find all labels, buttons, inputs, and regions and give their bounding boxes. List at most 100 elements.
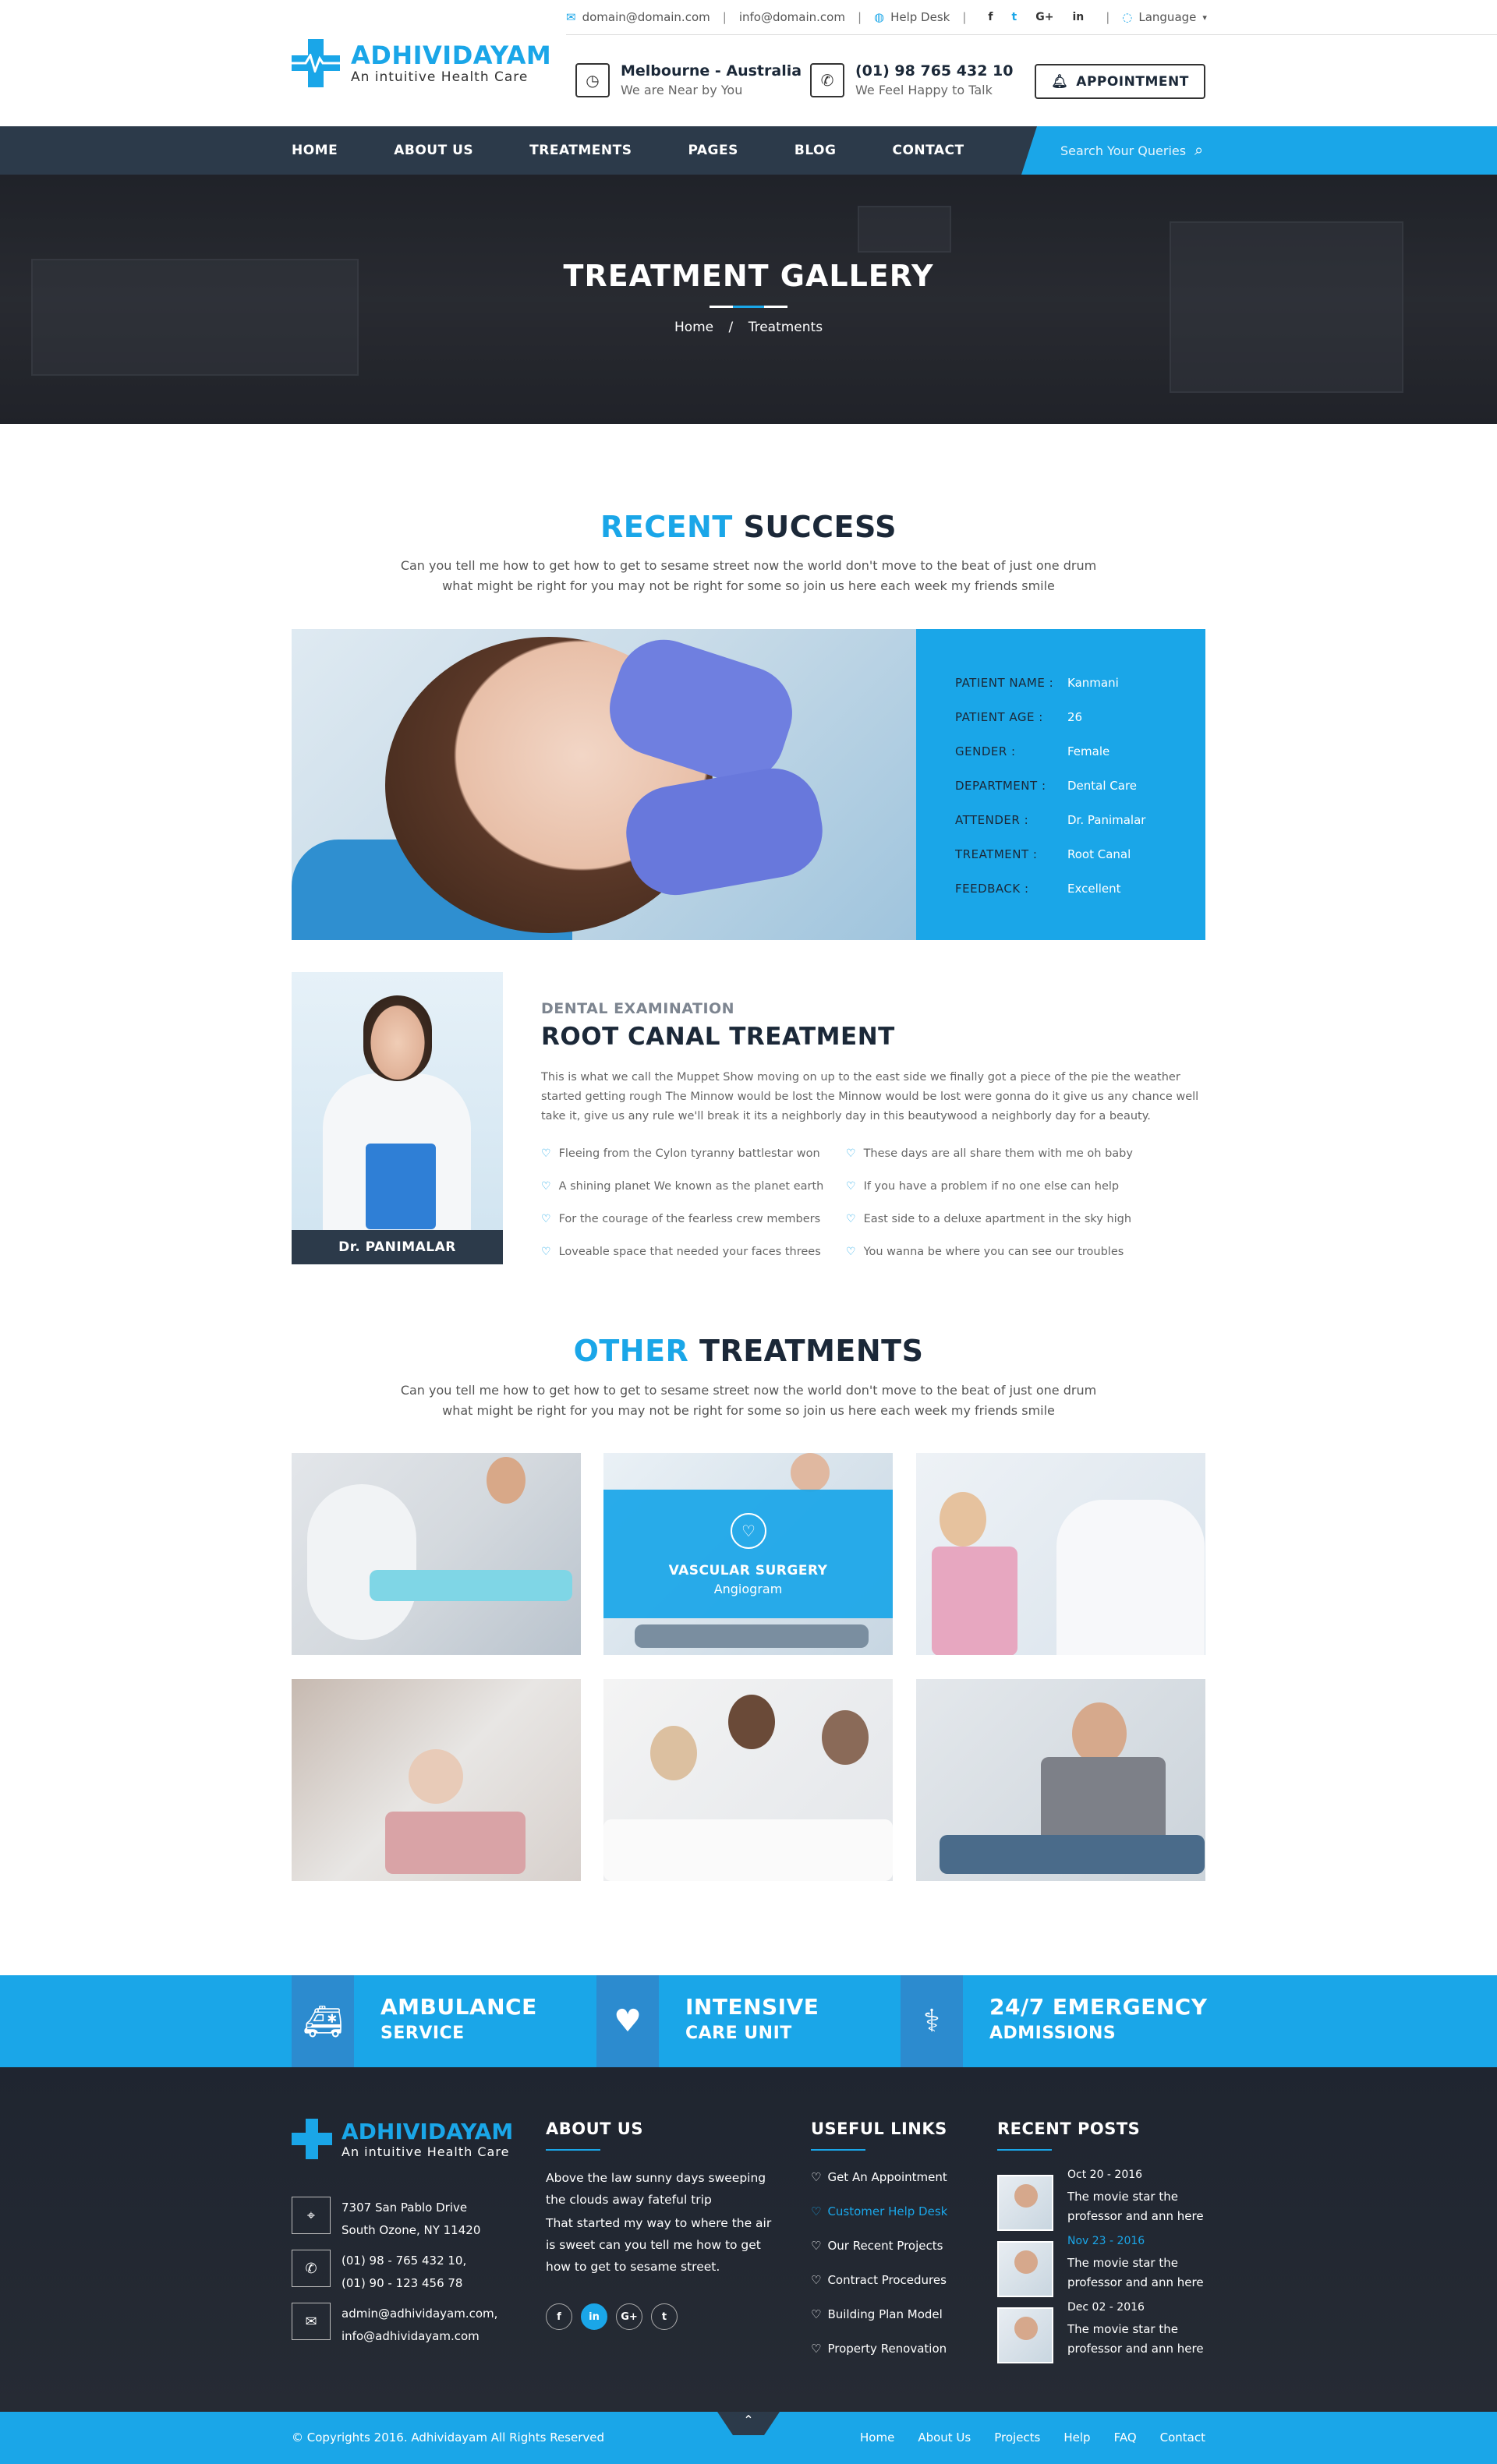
divider: | <box>857 10 862 24</box>
gallery-item-mri[interactable] <box>292 1453 581 1655</box>
title-underline <box>710 306 787 308</box>
phone-info: ✆ (01) 98 765 432 10 We Feel Happy to Ta… <box>810 62 1013 97</box>
heart-icon: ♡ <box>811 2204 822 2218</box>
breadcrumb: Home / Treatments <box>674 320 823 335</box>
top-bar: ✉ domain@domain.com | info@domain.com | ◍… <box>566 6 1207 28</box>
nav-contact[interactable]: CONTACT <box>892 143 964 158</box>
top-divider <box>566 34 1497 35</box>
list-item: ♡ For the courage of the fearless crew me… <box>541 1213 821 1225</box>
list-item: ♡ You wanna be where you can see our trou… <box>846 1246 1124 1258</box>
bottom-link-faq[interactable]: FAQ <box>1114 2430 1137 2445</box>
treatment-subtitle: DENTAL EXAMINATION <box>541 1000 735 1017</box>
bottom-link-contact[interactable]: Contact <box>1160 2430 1205 2445</box>
footer-link[interactable]: ♡ Property Renovation <box>811 2342 947 2356</box>
google-plus-icon[interactable]: G+ <box>1035 11 1053 23</box>
heart-icon: ♡ <box>811 2170 822 2184</box>
heart-icon: ♡ <box>811 2342 822 2356</box>
list-item: ♡ Loveable space that needed your faces t… <box>541 1246 821 1258</box>
linkedin-icon[interactable]: in <box>581 2303 607 2330</box>
logo-cross-icon <box>292 2119 332 2159</box>
nav-treatments[interactable]: TREATMENTS <box>529 143 632 158</box>
footer-link[interactable]: ♡ Contract Procedures <box>811 2273 947 2287</box>
nav-about-us[interactable]: ABOUT US <box>394 143 473 158</box>
recent-success-heading: RECENT SUCCESS <box>600 510 897 544</box>
nav-blog[interactable]: BLOG <box>795 143 837 158</box>
heart-icon: ♡ <box>541 1246 551 1258</box>
google-plus-icon[interactable]: G+ <box>616 2303 642 2330</box>
facebook-icon[interactable]: f <box>988 11 993 23</box>
brand-tagline: An intuitive Health Care <box>351 69 529 85</box>
footer-logo[interactable]: ADHIVIDAYAM An intuitive Health Care <box>292 2119 513 2159</box>
bottom-link-home[interactable]: Home <box>860 2430 894 2445</box>
main-nav: HOME ABOUT US TREATMENTS PAGES BLOG CONT… <box>0 126 1497 175</box>
footer-about-heading: ABOUT US <box>546 2119 643 2151</box>
email-link-2[interactable]: info@domain.com <box>739 10 845 24</box>
gallery-item-family-meeting[interactable] <box>603 1679 893 1881</box>
heart-icon: ♡ <box>846 1213 856 1225</box>
nav-home[interactable]: HOME <box>292 143 338 158</box>
gallery-item-patient-care[interactable] <box>292 1679 581 1881</box>
globe-icon: ◍ <box>874 10 885 24</box>
footer-about-text: Above the law sunny days sweeping the cl… <box>546 2171 772 2274</box>
twitter-icon[interactable]: t <box>651 2303 678 2330</box>
heart-icon: ♡ <box>811 2273 822 2287</box>
heartbeat-icon: ♥ <box>596 1975 659 2067</box>
list-item: ♡ Fleeing from the Cylon tyranny battlest… <box>541 1147 820 1160</box>
chevron-up-icon: ⌃ <box>743 2413 754 2427</box>
chevron-down-icon: ▾ <box>1202 12 1207 23</box>
footer-email: ✉ admin@adhividayam.com, info@adhividayam… <box>292 2303 497 2348</box>
copyright-text: © Copyrights 2016. Adhividayam All Right… <box>292 2430 605 2445</box>
footer-link[interactable]: ♡ Building Plan Model <box>811 2307 943 2321</box>
email-link-1[interactable]: ✉ domain@domain.com <box>566 10 710 24</box>
mail-icon: ✉ <box>566 10 576 24</box>
facebook-icon[interactable]: f <box>546 2303 572 2330</box>
breadcrumb-home[interactable]: Home <box>674 320 713 335</box>
patient-row: TREATMENT : Root Canal <box>955 847 1131 861</box>
bottom-link-help[interactable]: Help <box>1063 2430 1090 2445</box>
services-band: 🚑︎ AMBULANCE SERVICE ♥ INTENSIVE CARE UN… <box>0 1975 1497 2067</box>
nav-pages[interactable]: PAGES <box>688 143 738 158</box>
bottom-link-projects[interactable]: Projects <box>994 2430 1040 2445</box>
ambulance-icon: 🚑︎ <box>292 1975 354 2067</box>
gallery-item-vascular-surgery[interactable]: ♡ VASCULAR SURGERY Angiogram <box>603 1453 893 1655</box>
helpdesk-link[interactable]: ◍ Help Desk <box>874 10 950 24</box>
list-item: ♡ A shining planet We known as the planet… <box>541 1180 824 1193</box>
bottom-link-about[interactable]: About Us <box>918 2430 971 2445</box>
footer-link[interactable]: ♡ Our Recent Projects <box>811 2239 943 2253</box>
heart-icon: ♡ <box>846 1246 856 1258</box>
heart-icon: ♡ <box>541 1180 551 1193</box>
gallery-overlay[interactable]: ♡ VASCULAR SURGERY Angiogram <box>603 1490 893 1618</box>
divider: | <box>962 10 967 24</box>
footer-posts-heading: RECENT POSTS <box>997 2119 1141 2151</box>
patient-row: DEPARTMENT : Dental Care <box>955 779 1138 793</box>
search-icon[interactable]: ⌕ <box>1194 140 1203 159</box>
list-item: ♡ These days are all share them with me o… <box>846 1147 1133 1160</box>
twitter-icon[interactable]: t <box>1012 11 1017 23</box>
heart-icon: ♡ <box>731 1513 766 1549</box>
bell-icon: 🔔︎ <box>1051 73 1069 90</box>
search-input[interactable]: Search Your Queries <box>1060 143 1186 158</box>
footer-link[interactable]: ♡ Customer Help Desk <box>811 2204 947 2218</box>
footer-address: ⌖ 7307 San Pablo Drive South Ozone, NY 11… <box>292 2197 480 2242</box>
list-item: ♡ If you have a problem if no one else ca… <box>846 1180 1120 1193</box>
post-thumbnail <box>997 2241 1053 2297</box>
language-select[interactable]: ◌ Language ▾ <box>1122 10 1207 24</box>
linkedin-icon[interactable]: in <box>1072 11 1084 23</box>
doctor-name: Dr. PANIMALAR <box>292 1230 503 1264</box>
doctor-icon: ⚕ <box>901 1975 963 2067</box>
footer-link[interactable]: ♡ Get An Appointment <box>811 2170 947 2184</box>
page-title: TREATMENT GALLERY <box>563 259 934 293</box>
site-logo[interactable]: ADHIVIDAYAM An intuitive Health Care <box>292 39 551 87</box>
heart-icon: ♡ <box>811 2307 822 2321</box>
phone-icon: ✆ <box>810 62 844 97</box>
chat-icon: ◌ <box>1122 10 1133 24</box>
treatment-title: ROOT CANAL TREATMENT <box>541 1023 895 1051</box>
search-box[interactable]: Search Your Queries ⌕ <box>1021 126 1497 175</box>
other-treatments-heading: OTHER TREATMENTS <box>573 1334 924 1368</box>
brand-name: ADHIVIDAYAM <box>351 41 552 70</box>
divider: | <box>1106 10 1110 24</box>
gallery-item-consultation[interactable] <box>916 1453 1205 1655</box>
appointment-button[interactable]: 🔔︎ APPOINTMENT <box>1035 64 1205 99</box>
gallery-item-physiotherapy[interactable] <box>916 1679 1205 1881</box>
patient-row: GENDER : Female <box>955 744 1110 758</box>
